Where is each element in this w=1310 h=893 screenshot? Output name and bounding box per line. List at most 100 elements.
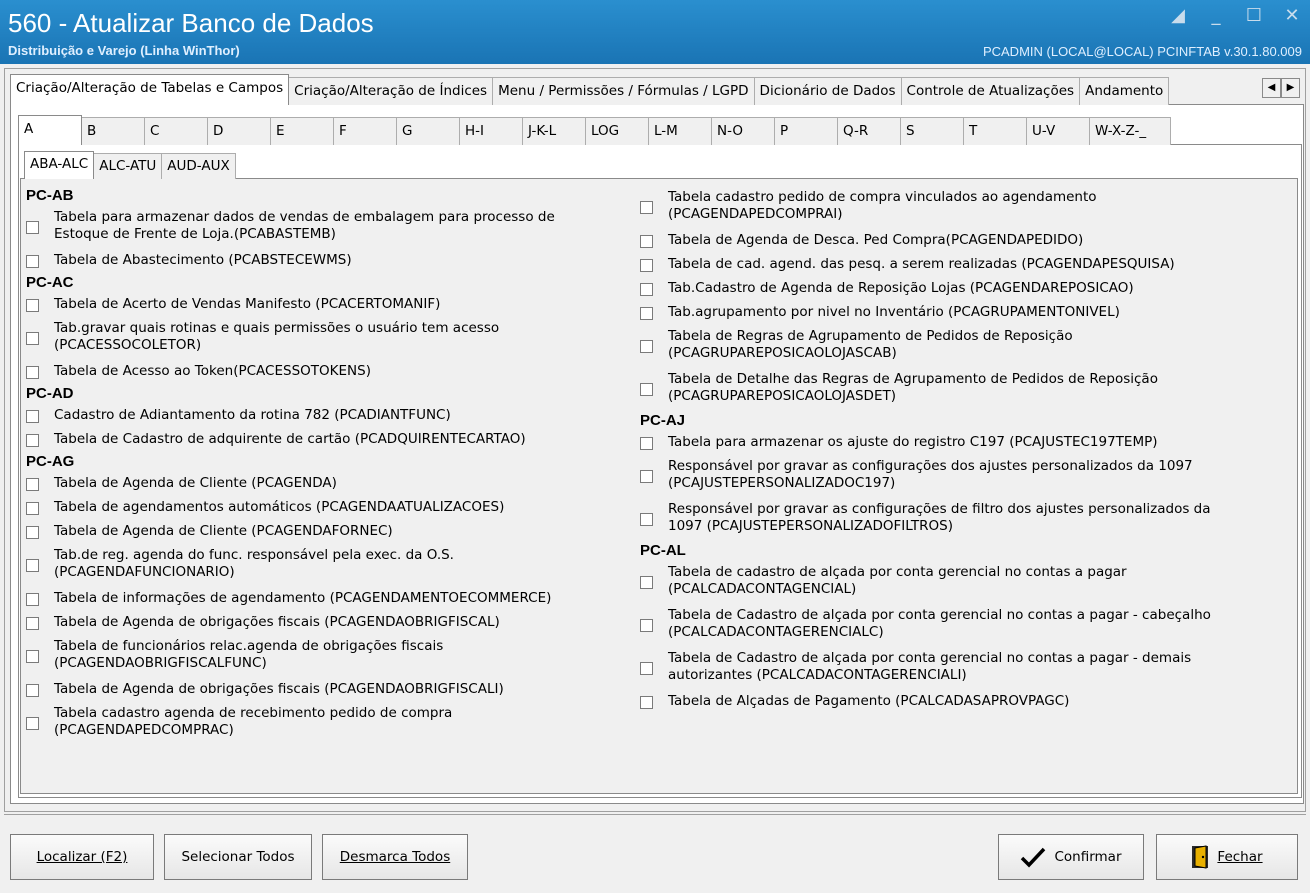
tab-tabelas-campos[interactable]: Criação/Alteração de Tabelas e Campos <box>10 74 290 105</box>
checkbox[interactable] <box>640 282 653 296</box>
tab-letter-p[interactable]: P <box>774 117 838 145</box>
checkbox[interactable] <box>640 512 653 526</box>
tab-letter-d[interactable]: D <box>207 117 271 145</box>
minimize-icon[interactable]: _ <box>1206 6 1226 26</box>
checkbox-label: Tabela para armazenar dados de vendas de… <box>54 209 555 242</box>
checkbox[interactable] <box>640 661 653 675</box>
table-checkbox-item[interactable]: Tabela cadastro pedido de compra vincula… <box>640 186 1260 226</box>
checkbox[interactable] <box>26 365 39 379</box>
table-checkbox-item[interactable]: Tab.Cadastro de Agenda de Reposição Loja… <box>640 277 1260 299</box>
tab-letter-b[interactable]: B <box>81 117 145 145</box>
tab-alc-atu[interactable]: ALC-ATU <box>93 153 163 179</box>
checkbox[interactable] <box>26 501 39 515</box>
restore-icon[interactable]: ◢ <box>1168 6 1188 26</box>
checkbox[interactable] <box>640 234 653 248</box>
close-icon[interactable]: ✕ <box>1282 6 1302 26</box>
table-checkbox-item[interactable]: Tabela de Abastecimento (PCABSTECEWMS) <box>26 249 616 271</box>
table-checkbox-item[interactable]: Tabela cadastro agenda de recebimento pe… <box>26 702 616 742</box>
tab-letter-log[interactable]: LOG <box>585 117 649 145</box>
table-checkbox-item[interactable]: Tab.de reg. agenda do func. responsável … <box>26 544 616 584</box>
tab-dicionario[interactable]: Dicionário de Dados <box>753 77 902 105</box>
checkbox[interactable] <box>640 339 653 353</box>
table-checkbox-item[interactable]: Tabela de Acesso ao Token(PCACESSOTOKENS… <box>26 360 616 382</box>
checkbox[interactable] <box>26 298 39 312</box>
checkbox[interactable] <box>26 558 39 572</box>
checkbox[interactable] <box>26 525 39 539</box>
tab-letter-q-r[interactable]: Q-R <box>837 117 901 145</box>
table-checkbox-item[interactable]: Tabela de Detalhe das Regras de Agrupame… <box>640 368 1260 408</box>
tab-letter-g[interactable]: G <box>396 117 460 145</box>
table-checkbox-item[interactable]: Tabela de informações de agendamento (PC… <box>26 587 616 609</box>
table-checkbox-item[interactable]: Tabela de Alçadas de Pagamento (PCALCADA… <box>640 690 1260 712</box>
maximize-icon[interactable]: ☐ <box>1244 6 1264 26</box>
table-checkbox-item[interactable]: Tabela de funcionários relac.agenda de o… <box>26 635 616 675</box>
table-checkbox-item[interactable]: Tabela de Agenda de Desca. Ped Compra(PC… <box>640 229 1260 251</box>
tab-letter-e[interactable]: E <box>270 117 334 145</box>
tab-menu-permissoes[interactable]: Menu / Permissões / Fórmulas / LGPD <box>492 77 755 105</box>
checkbox[interactable] <box>640 575 653 589</box>
tab-letter-c[interactable]: C <box>144 117 208 145</box>
checkbox[interactable] <box>26 716 39 730</box>
table-checkbox-item[interactable]: Tabela de Agenda de obrigações fiscais (… <box>26 678 616 700</box>
tab-indices[interactable]: Criação/Alteração de Índices <box>288 77 494 105</box>
tab-letter-s[interactable]: S <box>900 117 964 145</box>
table-checkbox-item[interactable]: Responsável por gravar as configurações … <box>640 498 1260 538</box>
checkbox[interactable] <box>26 616 39 630</box>
checkbox[interactable] <box>640 469 653 483</box>
tab-letter-u-v[interactable]: U-V <box>1026 117 1090 145</box>
checkbox[interactable] <box>640 618 653 632</box>
table-checkbox-item[interactable]: Tabela de cadastro de alçada por conta g… <box>640 561 1260 601</box>
table-checkbox-item[interactable]: Cadastro de Adiantamento da rotina 782 (… <box>26 404 616 426</box>
tab-letter-j-k-l[interactable]: J-K-L <box>522 117 586 145</box>
tab-letter-n-o[interactable]: N-O <box>711 117 775 145</box>
tab-controle-atualizacoes[interactable]: Controle de Atualizações <box>900 77 1081 105</box>
fechar-button[interactable]: Fechar <box>1156 834 1298 880</box>
tab-andamento[interactable]: Andamento <box>1079 77 1170 105</box>
tab-aba-alc[interactable]: ABA-ALC <box>24 151 95 179</box>
tab-letter-w-x-z[interactable]: W-X-Z-_ <box>1089 117 1171 145</box>
checkbox[interactable] <box>26 331 39 345</box>
table-checkbox-item[interactable]: Tabela para armazenar dados de vendas de… <box>26 206 616 246</box>
tab-aud-aux[interactable]: AUD-AUX <box>161 153 236 179</box>
checkbox[interactable] <box>640 436 653 450</box>
tab-letter-l-m[interactable]: L-M <box>648 117 712 145</box>
table-checkbox-item[interactable]: Tabela de Agenda de Cliente (PCAGENDAFOR… <box>26 520 616 542</box>
table-checkbox-item[interactable]: Tabela de cad. agend. das pesq. a serem … <box>640 253 1260 275</box>
checkbox[interactable] <box>26 409 39 423</box>
checkbox[interactable] <box>640 695 653 709</box>
table-checkbox-item[interactable]: Responsável por gravar as configurações … <box>640 455 1260 495</box>
table-checkbox-item[interactable]: Tab.agrupamento por nivel no Inventário … <box>640 301 1260 323</box>
checkbox[interactable] <box>26 254 39 268</box>
checkbox[interactable] <box>26 592 39 606</box>
confirmar-button[interactable]: Confirmar <box>998 834 1144 880</box>
localizar-button[interactable]: Localizar (F2) <box>10 834 154 880</box>
checkbox[interactable] <box>26 683 39 697</box>
checkbox[interactable] <box>26 220 39 234</box>
table-checkbox-item[interactable]: Tabela de Regras de Agrupamento de Pedid… <box>640 325 1260 365</box>
table-checkbox-item[interactable]: Tabela para armazenar os ajuste do regis… <box>640 431 1260 453</box>
checkbox-label: Tabela de Agenda de obrigações fiscais (… <box>54 680 504 697</box>
tab-letter-h-i[interactable]: H-I <box>459 117 523 145</box>
checkbox[interactable] <box>640 258 653 272</box>
table-checkbox-item[interactable]: Tabela de Cadastro de alçada por conta g… <box>640 647 1260 687</box>
tab-letter-a[interactable]: A <box>18 115 82 145</box>
table-checkbox-item[interactable]: Tabela de Acerto de Vendas Manifesto (PC… <box>26 293 616 315</box>
checkbox[interactable] <box>640 200 653 214</box>
desmarca-todos-button[interactable]: Desmarca Todos <box>322 834 468 880</box>
checkbox[interactable] <box>26 477 39 491</box>
table-checkbox-item[interactable]: Tab.gravar quais rotinas e quais permiss… <box>26 317 616 357</box>
checkbox[interactable] <box>26 433 39 447</box>
tab-scroll-left-icon[interactable]: ◀ <box>1262 78 1281 98</box>
tab-letter-t[interactable]: T <box>963 117 1027 145</box>
checkbox[interactable] <box>26 649 39 663</box>
table-checkbox-item[interactable]: Tabela de Cadastro de alçada por conta g… <box>640 604 1260 644</box>
table-checkbox-item[interactable]: Tabela de agendamentos automáticos (PCAG… <box>26 496 616 518</box>
checkbox[interactable] <box>640 382 653 396</box>
table-checkbox-item[interactable]: Tabela de Cadastro de adquirente de cart… <box>26 428 616 450</box>
table-checkbox-item[interactable]: Tabela de Agenda de Cliente (PCAGENDA) <box>26 472 616 494</box>
selecionar-todos-button[interactable]: Selecionar Todos <box>164 834 312 880</box>
tab-letter-f[interactable]: F <box>333 117 397 145</box>
tab-scroll-right-icon[interactable]: ▶ <box>1281 78 1300 98</box>
table-checkbox-item[interactable]: Tabela de Agenda de obrigações fiscais (… <box>26 611 616 633</box>
checkbox[interactable] <box>640 306 653 320</box>
